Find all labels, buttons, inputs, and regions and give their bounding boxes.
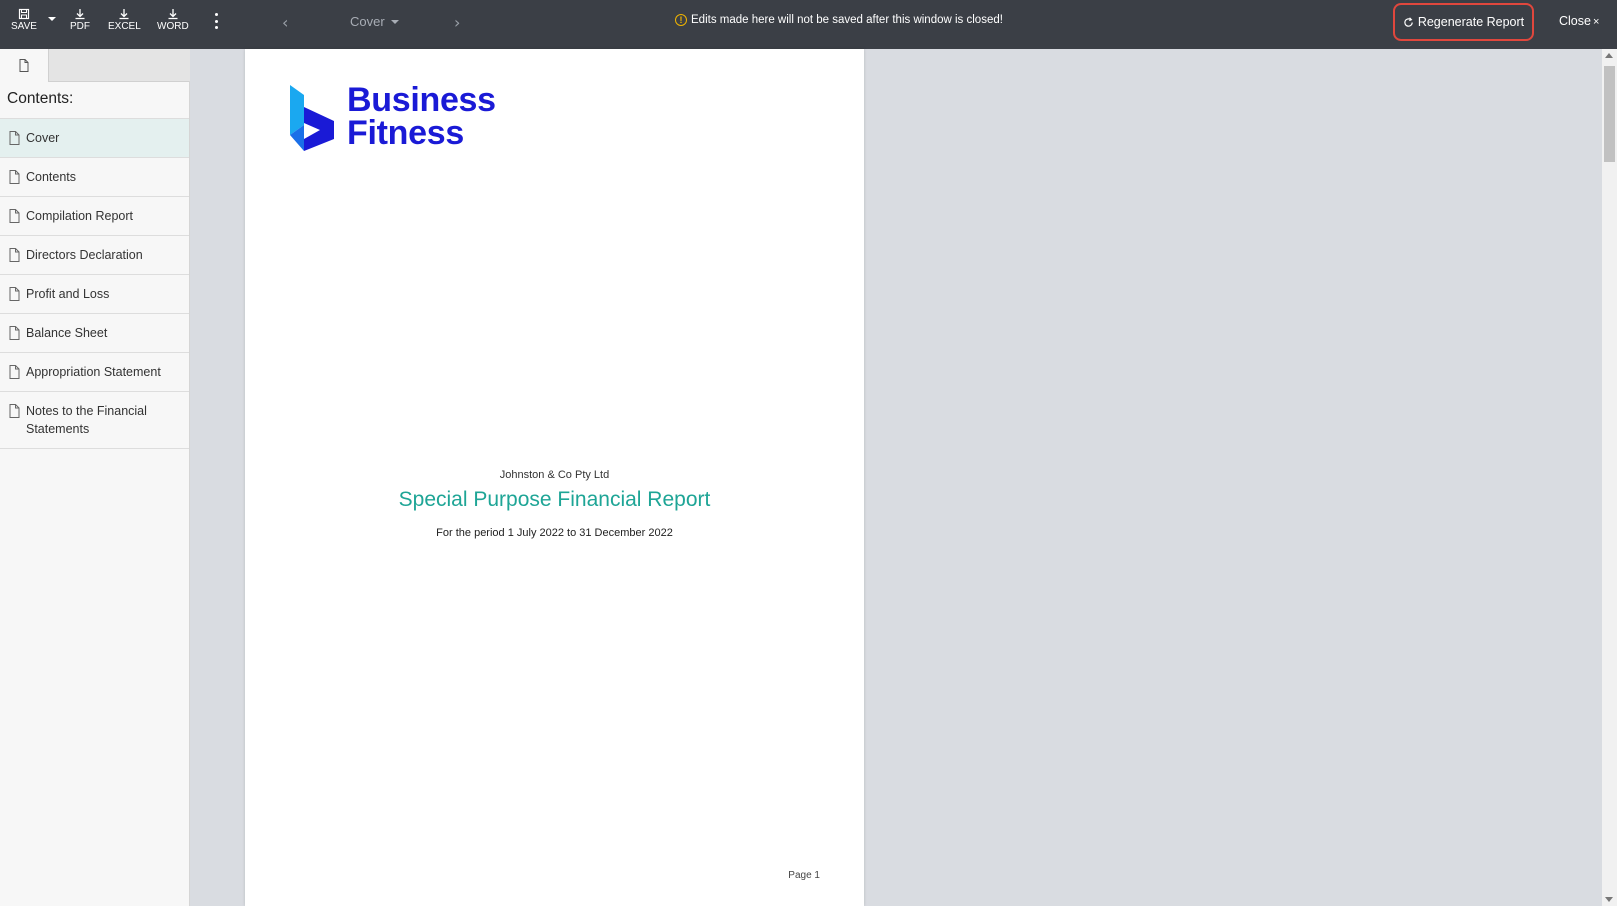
- sidebar-item-label: Notes to the Financial Statements: [26, 404, 147, 436]
- company-name: Johnston & Co Pty Ltd: [499, 469, 610, 481]
- document-icon: [9, 326, 20, 340]
- warning-icon: !: [675, 14, 687, 26]
- sidebar-item-label: Profit and Loss: [26, 287, 110, 301]
- logo-text: Business Fitness: [347, 81, 496, 152]
- contents-sidebar: Contents: Cover Contents Compilation Rep…: [0, 49, 190, 906]
- sidebar-tab-strip: [49, 49, 190, 81]
- report-period: For the period 1 July 2022 to 31 Decembe…: [436, 527, 673, 539]
- sidebar-tabs: [0, 49, 190, 82]
- report-page: Business Fitness Johnston & Co Pty Ltd S…: [245, 49, 864, 906]
- business-fitness-logo: Business Fitness: [290, 81, 496, 152]
- close-icon: ×: [1592, 16, 1600, 28]
- sidebar-item-appropriation-statement[interactable]: Appropriation Statement: [0, 353, 189, 392]
- sidebar-item-notes[interactable]: Notes to the Financial Statements: [0, 392, 189, 449]
- next-section-icon[interactable]: ›: [454, 13, 460, 32]
- regenerate-report-button[interactable]: Regenerate Report: [1393, 3, 1534, 41]
- section-dropdown[interactable]: Cover: [350, 14, 399, 29]
- download-icon: [119, 9, 129, 20]
- document-icon: [9, 287, 20, 301]
- sidebar-item-label: Directors Declaration: [26, 248, 143, 262]
- save-icon: [18, 8, 30, 20]
- sidebar-item-label: Cover: [26, 131, 60, 145]
- more-options-icon[interactable]: [213, 13, 219, 29]
- tab-contents[interactable]: [0, 49, 49, 82]
- sidebar-item-compilation-report[interactable]: Compilation Report: [0, 197, 189, 236]
- vertical-scrollbar[interactable]: [1602, 49, 1617, 906]
- report-title: Special Purpose Financial Report: [398, 488, 711, 511]
- contents-heading: Contents:: [7, 90, 74, 107]
- section-dropdown-value: Cover: [350, 14, 385, 29]
- unsaved-warning: ! Edits made here will not be saved afte…: [675, 14, 1003, 26]
- save-label: SAVE: [11, 21, 37, 32]
- sidebar-item-contents[interactable]: Contents: [0, 158, 189, 197]
- pdf-download-button[interactable]: PDF: [70, 8, 90, 32]
- warning-text: Edits made here will not be saved after …: [691, 14, 1003, 26]
- document-icon: [9, 365, 20, 379]
- contents-list: Cover Contents Compilation Report Direct…: [0, 118, 189, 449]
- excel-download-button[interactable]: EXCEL: [108, 8, 141, 32]
- document-icon: [9, 131, 20, 145]
- previous-section-icon[interactable]: ‹: [282, 13, 288, 32]
- download-icon: [168, 9, 178, 20]
- document-icon: [9, 248, 20, 262]
- sidebar-item-cover[interactable]: Cover: [0, 118, 189, 158]
- logo-mark-icon: [290, 85, 334, 151]
- logo-line-2: Fitness: [347, 114, 464, 152]
- word-download-button[interactable]: WORD: [157, 8, 189, 32]
- word-label: WORD: [157, 21, 189, 32]
- close-label: Close: [1559, 14, 1591, 28]
- scroll-down-icon[interactable]: [1605, 897, 1613, 902]
- scroll-up-icon[interactable]: [1605, 53, 1613, 58]
- excel-label: EXCEL: [108, 21, 141, 32]
- chevron-down-icon: [390, 19, 399, 24]
- sidebar-item-label: Contents: [26, 170, 77, 184]
- page-number: Page 1: [788, 870, 820, 881]
- sidebar-item-label: Appropriation Statement: [26, 365, 161, 379]
- sidebar-item-directors-declaration[interactable]: Directors Declaration: [0, 236, 189, 275]
- document-icon: [19, 59, 29, 72]
- sidebar-item-label: Balance Sheet: [26, 326, 108, 340]
- regenerate-label: Regenerate Report: [1417, 15, 1525, 29]
- toolbar: SAVE PDF EXCEL WORD ‹ Cover › ! Edits ma…: [0, 0, 1617, 49]
- document-icon: [9, 170, 20, 184]
- sidebar-item-label: Compilation Report: [26, 209, 133, 223]
- save-button[interactable]: SAVE: [11, 8, 37, 32]
- save-options-caret[interactable]: [48, 17, 56, 21]
- download-icon: [75, 9, 85, 20]
- document-icon: [9, 209, 20, 223]
- document-icon: [9, 404, 20, 418]
- sidebar-item-balance-sheet[interactable]: Balance Sheet: [0, 314, 189, 353]
- refresh-icon: [1404, 16, 1413, 27]
- logo-line-1: Business: [347, 81, 496, 119]
- scrollbar-thumb[interactable]: [1604, 66, 1615, 162]
- sidebar-item-profit-and-loss[interactable]: Profit and Loss: [0, 275, 189, 314]
- close-button[interactable]: Close ×: [1559, 14, 1599, 28]
- pdf-label: PDF: [70, 21, 90, 32]
